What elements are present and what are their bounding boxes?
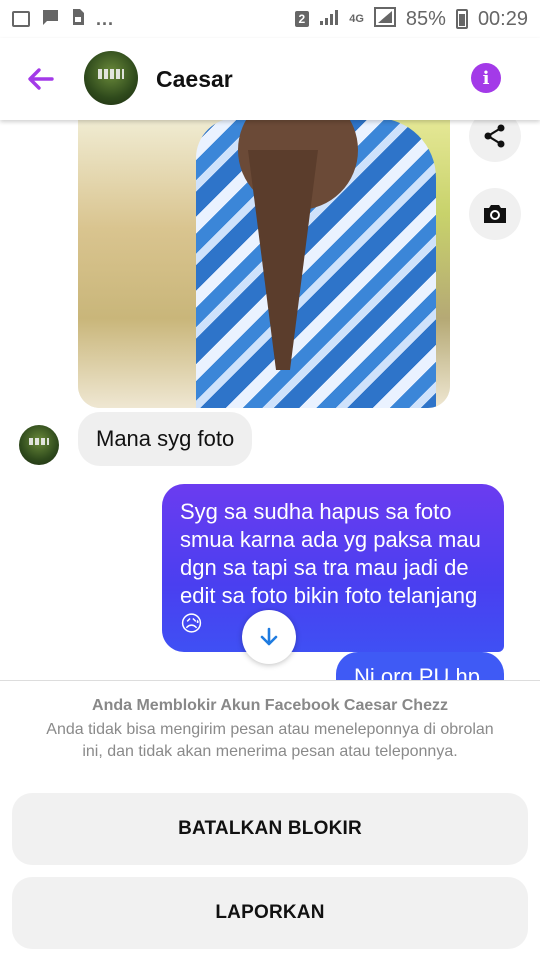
sim-icon	[70, 8, 86, 31]
blocked-title: Anda Memblokir Akun Facebook Caesar Chez…	[92, 697, 448, 714]
network-type: 4G	[349, 13, 364, 25]
camera-button[interactable]	[469, 188, 521, 240]
clock: 00:29	[477, 7, 528, 30]
shared-photo[interactable]	[78, 120, 450, 408]
more-notifications: ...	[96, 8, 115, 29]
battery-percent: 85%	[405, 7, 446, 30]
outgoing-message[interactable]: Ni org PU hp	[336, 652, 504, 680]
image-icon	[12, 11, 30, 27]
arrow-down-icon	[260, 627, 278, 646]
signal-strength-icon	[373, 6, 396, 32]
back-button[interactable]	[22, 60, 60, 98]
signal-icon	[319, 8, 339, 31]
status-right: 2 4G 85% 00:29	[294, 6, 528, 32]
message-icon	[40, 8, 60, 31]
report-button[interactable]: LAPORKAN	[12, 877, 528, 949]
battery-icon	[455, 9, 468, 29]
sender-avatar[interactable]	[19, 425, 59, 465]
blocked-panel: Anda Memblokir Akun Facebook Caesar Chez…	[0, 680, 540, 960]
avatar-pattern	[29, 438, 49, 445]
scroll-to-bottom-button[interactable]	[242, 610, 296, 664]
share-icon	[484, 124, 505, 148]
outgoing-message[interactable]: Syg sa sudha hapus sa foto smua karna ad…	[162, 484, 504, 652]
avatar-pattern	[98, 69, 124, 79]
chat-header: Caesar i	[0, 38, 540, 120]
share-button[interactable]	[469, 120, 521, 162]
message-list[interactable]: Mana syg foto Syg sa sudha hapus sa foto…	[0, 120, 540, 680]
back-arrow-icon	[28, 68, 54, 90]
blocked-description: Anda tidak bisa mengirim pesan atau mene…	[46, 721, 494, 760]
info-button[interactable]: i	[471, 63, 501, 93]
info-icon: i	[482, 67, 490, 89]
contact-name[interactable]: Caesar	[156, 66, 233, 93]
sim-badge: 2	[294, 11, 310, 27]
camera-icon	[484, 205, 506, 223]
status-left: ...	[12, 8, 114, 31]
unblock-button[interactable]: BATALKAN BLOKIR	[12, 793, 528, 865]
status-bar: ... 2 4G 85% 00:29	[0, 0, 540, 38]
contact-avatar[interactable]	[84, 51, 138, 105]
incoming-message[interactable]: Mana syg foto	[78, 412, 253, 466]
